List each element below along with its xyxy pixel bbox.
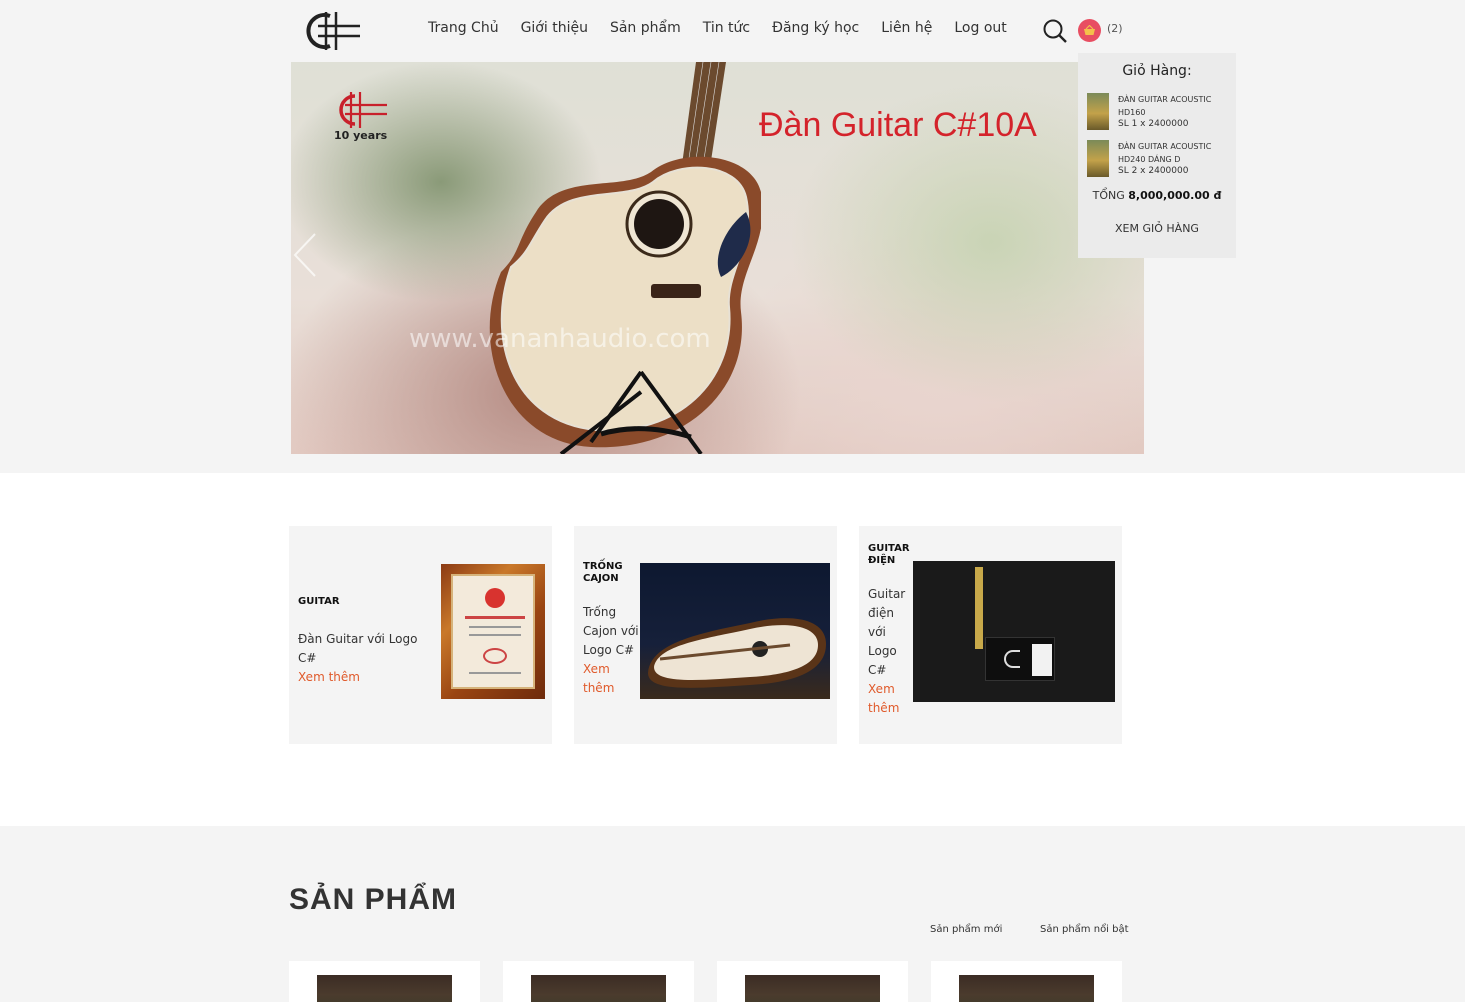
guitar-neck [975,567,983,649]
category-name: GUITAR ĐIỆN [868,543,910,566]
cart-total: TỔNG 8,000,000.00 đ [1078,189,1236,202]
main-nav: Trang Chủ Giới thiệu Sản phẩm Tin tức Đă… [428,20,1007,36]
chevron-left-icon[interactable] [291,230,321,280]
category-card-cajon[interactable]: TRỐNG CAJON Trống Cajon với Logo C# Xem … [574,526,837,744]
nav-about[interactable]: Giới thiệu [521,20,588,36]
basket-icon [1084,25,1095,35]
guitar-body [985,637,1055,681]
category-text: GUITAR ĐIỆN Guitar điện với Logo C# Xem … [868,543,912,718]
products-section: SẢN PHẨM Sản phẩm mới Sản phẩm nổi bật [0,826,1465,1002]
search-icon[interactable] [1042,18,1068,44]
product-card[interactable] [503,961,694,1002]
nav-register[interactable]: Đăng ký học [772,20,859,36]
hero-title: Đàn Guitar C#10A [759,106,1037,144]
hero-logo-caption: 10 years [334,129,388,142]
category-image[interactable] [913,561,1115,702]
cart-item-name[interactable]: ĐÀN GUITAR ACOUSTIC HD160 [1118,93,1230,119]
category-more-link[interactable]: Xem thêm [868,680,912,718]
category-description: Guitar điện với Logo C# [868,587,906,677]
guitar-case-image [648,618,827,688]
product-card[interactable] [289,961,480,1002]
view-cart-button[interactable]: XEM GIỎ HÀNG [1078,222,1236,235]
cart-dropdown: Giỏ Hàng: ĐÀN GUITAR ACOUSTIC HD160 SL 1… [1078,53,1236,258]
category-description: Đàn Guitar với Logo C# [298,632,418,665]
nav-products[interactable]: Sản phẩm [610,20,681,36]
category-card-guitar[interactable]: GUITAR Đàn Guitar với Logo C# Xem thêm [289,526,552,744]
product-image[interactable] [745,975,880,1002]
tab-featured-products[interactable]: Sản phẩm nổi bật [1040,924,1129,935]
category-image[interactable] [441,564,545,699]
product-card[interactable] [717,961,908,1002]
product-image[interactable] [317,975,452,1002]
nav-news[interactable]: Tin tức [703,20,750,36]
certificate-frame [451,574,535,689]
cart-total-label: TỔNG [1092,189,1125,202]
cart-title: Giỏ Hàng: [1122,63,1192,79]
category-card-electric-guitar[interactable]: GUITAR ĐIỆN Guitar điện với Logo C# Xem … [859,526,1122,744]
nav-home[interactable]: Trang Chủ [428,20,499,36]
site-header: Trang Chủ Giới thiệu Sản phẩm Tin tức Đă… [0,0,1465,62]
category-image[interactable] [640,563,830,699]
hero-section: 10 years Đàn Guitar C#10A www.vananhaudi… [0,62,1465,473]
cart-item-name[interactable]: ĐÀN GUITAR ACOUSTIC HD240 DÁNG D [1118,140,1230,166]
category-more-link[interactable]: Xem thêm [583,660,639,698]
nav-logout[interactable]: Log out [954,20,1006,36]
cart-count[interactable]: (2) [1107,22,1123,35]
cart-item-thumbnail[interactable] [1087,140,1109,177]
hero-watermark: www.vananhaudio.com [409,324,711,354]
cart-item[interactable]: ĐÀN GUITAR ACOUSTIC HD240 DÁNG D SL 2 x … [1087,140,1232,180]
category-more-link[interactable]: Xem thêm [298,668,433,687]
category-name: GUITAR [298,596,340,607]
product-image[interactable] [531,975,666,1002]
category-name: TRỐNG CAJON [583,561,623,584]
category-description: Trống Cajon với Logo C# [583,605,639,657]
cart-icon[interactable] [1078,19,1101,42]
nav-contact[interactable]: Liên hệ [881,20,932,36]
cart-item-thumbnail[interactable] [1087,93,1109,130]
site-logo[interactable] [300,10,362,52]
cart-item-qty: SL 2 x 2400000 [1118,166,1189,176]
cart-total-value: 8,000,000.00 đ [1128,189,1222,202]
category-text: GUITAR Đàn Guitar với Logo C# Xem thêm [298,596,433,687]
category-text: TRỐNG CAJON Trống Cajon với Logo C# Xem … [583,561,639,698]
cart-item-qty: SL 1 x 2400000 [1118,119,1189,129]
guitar-image [489,62,761,454]
product-image[interactable] [959,975,1094,1002]
product-card[interactable] [931,961,1122,1002]
tab-new-products[interactable]: Sản phẩm mới [930,924,1002,935]
hero-slide[interactable]: 10 years Đàn Guitar C#10A www.vananhaudi… [291,62,1144,454]
cart-item[interactable]: ĐÀN GUITAR ACOUSTIC HD160 SL 1 x 2400000 [1087,93,1232,133]
categories-section: GUITAR Đàn Guitar với Logo C# Xem thêm T… [0,473,1465,826]
products-heading: SẢN PHẨM [289,883,458,916]
